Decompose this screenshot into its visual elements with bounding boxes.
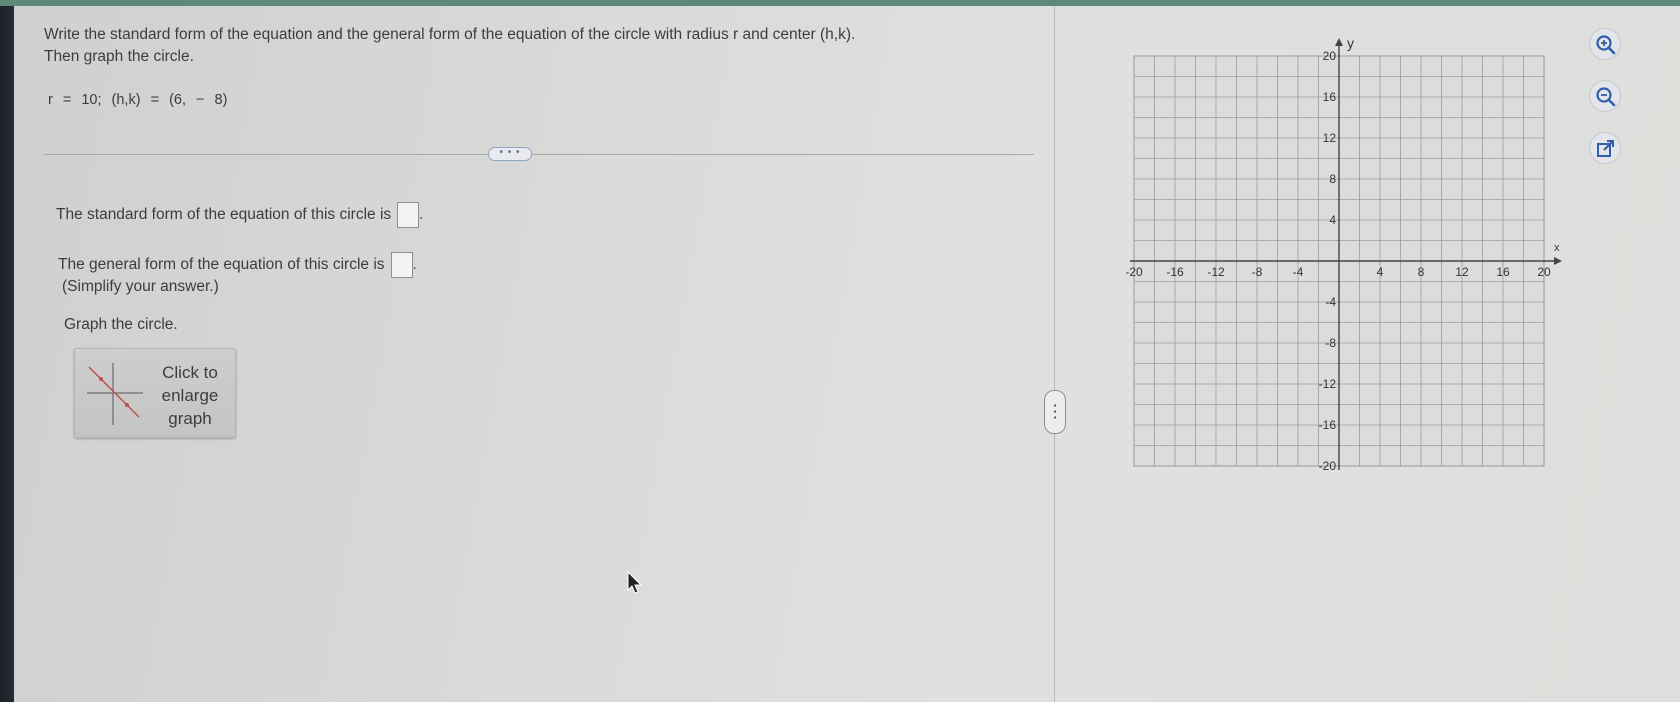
zoom-in-button[interactable] xyxy=(1589,28,1621,60)
x-tick-label: 16 xyxy=(1496,265,1510,279)
graph-thumbnail-icon xyxy=(87,363,143,425)
general-form-answer-box[interactable] xyxy=(390,252,413,278)
question-pane: Write the standard form of the equation … xyxy=(14,6,1054,702)
standard-form-answer-box[interactable] xyxy=(397,202,420,228)
question-line-1: Write the standard form of the equation … xyxy=(44,26,856,43)
enlarge-graph-button[interactable]: Click to enlarge graph xyxy=(74,348,236,438)
graph-prompt: Graph the circle. xyxy=(64,316,178,333)
zoom-out-button[interactable] xyxy=(1589,80,1621,112)
y-tick-label: 16 xyxy=(1323,90,1337,104)
standard-form-label: The standard form of the equation of thi… xyxy=(56,206,392,224)
mouse-cursor-icon xyxy=(627,570,643,594)
pop-out-button[interactable] xyxy=(1589,132,1621,164)
enlarge-graph-label: Click to enlarge graph xyxy=(147,361,233,430)
general-form-row: The general form of the equation of this… xyxy=(58,252,417,278)
x-tick-label: -8 xyxy=(1252,265,1263,279)
standard-form-row: The standard form of the equation of thi… xyxy=(56,202,423,228)
zoom-in-icon xyxy=(1596,35,1616,55)
more-options-button[interactable]: • • • xyxy=(488,147,532,161)
y-tick-label: 20 xyxy=(1323,49,1337,63)
general-form-label: The general form of the equation of this… xyxy=(58,256,385,274)
x-axis-label: x xyxy=(1554,242,1560,254)
screen: Write the standard form of the equation … xyxy=(14,6,1680,702)
x-tick-label: -20 xyxy=(1126,265,1143,279)
enlarge-label-line-2: enlarge xyxy=(161,386,219,405)
question-text: Write the standard form of the equation … xyxy=(44,24,855,68)
y-tick-label: -12 xyxy=(1319,377,1337,391)
given-values: r = 10; (h,k) = (6, − 8) xyxy=(48,92,228,108)
simplify-note: (Simplify your answer.) xyxy=(62,278,219,295)
x-tick-label: 20 xyxy=(1537,265,1551,279)
x-tick-label: 8 xyxy=(1418,265,1425,279)
x-tick-label: -12 xyxy=(1207,265,1225,279)
zoom-out-icon xyxy=(1596,87,1616,107)
y-tick-label: 8 xyxy=(1329,172,1336,186)
standard-form-period: . xyxy=(419,206,424,224)
x-axis-arrow xyxy=(1554,257,1562,265)
general-form-period: . xyxy=(412,256,417,274)
y-axis-arrow xyxy=(1335,38,1343,46)
question-line-2: Then graph the circle. xyxy=(44,48,194,65)
enlarge-label-line-3: graph xyxy=(168,409,212,428)
enlarge-label-line-1: Click to xyxy=(162,363,218,382)
y-axis-label: y xyxy=(1347,35,1354,51)
y-tick-label: -8 xyxy=(1325,336,1336,350)
x-tick-label: 12 xyxy=(1455,265,1469,279)
x-tick-label: -4 xyxy=(1293,265,1304,279)
y-tick-label: 4 xyxy=(1329,213,1336,227)
pop-out-icon xyxy=(1597,140,1614,157)
y-tick-label: -20 xyxy=(1319,459,1337,473)
x-tick-label: 4 xyxy=(1377,265,1384,279)
y-tick-label: -4 xyxy=(1325,295,1336,309)
y-tick-label: 12 xyxy=(1323,131,1337,145)
pane-divider xyxy=(1054,6,1055,702)
section-divider xyxy=(44,154,1034,155)
x-tick-label: -16 xyxy=(1166,265,1184,279)
coordinate-graph[interactable]: -20 -16 -12 -8 -4 4 8 12 16 20 20 16 12 8 4 -4 -8 -12 -16 -… xyxy=(1126,34,1566,494)
y-tick-label: -16 xyxy=(1319,418,1337,432)
